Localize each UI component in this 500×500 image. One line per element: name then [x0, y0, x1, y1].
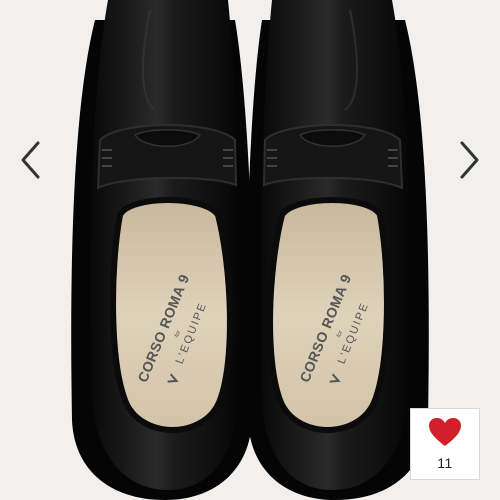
chevron-right-icon: [460, 141, 479, 179]
left-loafer: [71, 0, 254, 500]
previous-image-button[interactable]: [10, 130, 50, 190]
chevron-left-icon: [21, 141, 40, 179]
next-image-button[interactable]: [450, 130, 490, 190]
product-image-gallery: CORSO ROMA 9 for L'EQUIPE CORSO ROMA 9 f…: [0, 0, 500, 500]
heart-icon: [429, 418, 461, 446]
right-loafer: [246, 0, 429, 500]
like-count: 11: [437, 455, 453, 471]
like-button[interactable]: 11: [410, 408, 480, 480]
